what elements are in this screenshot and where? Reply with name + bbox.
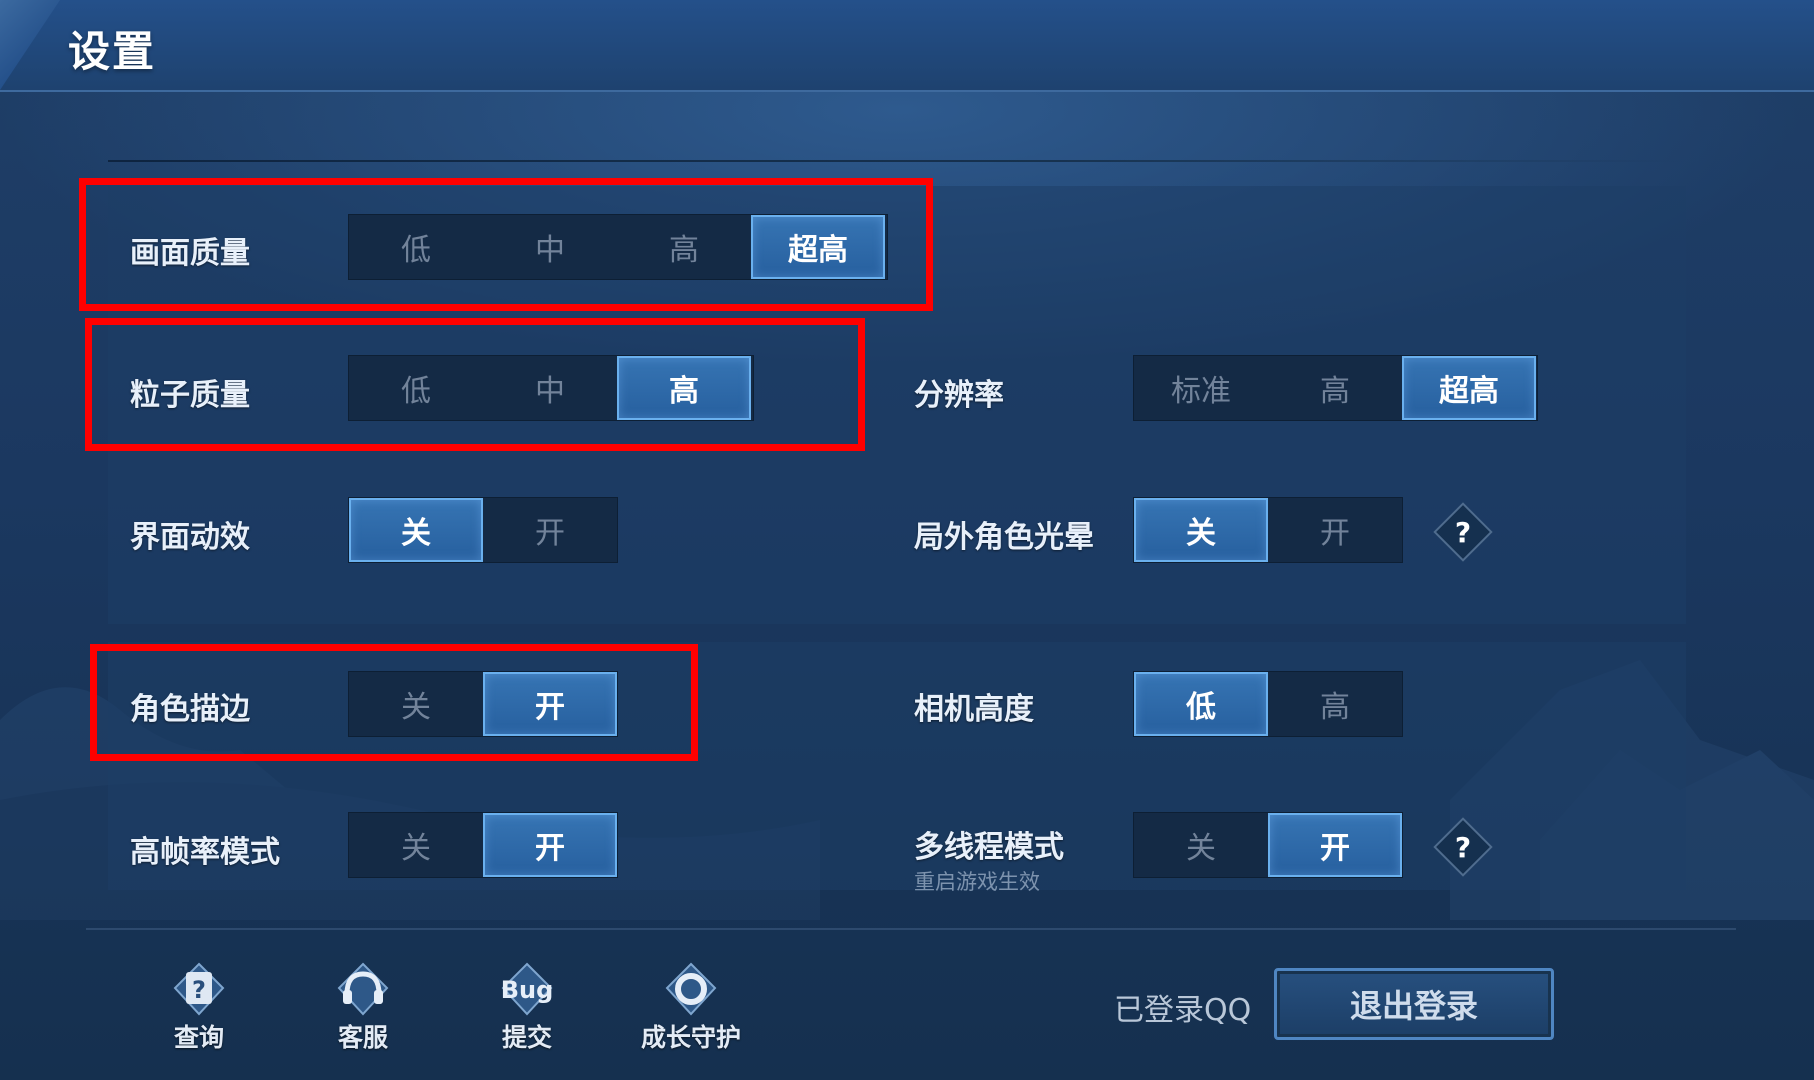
highlight-box-graphics-quality <box>79 178 933 311</box>
top-divider <box>108 160 1688 162</box>
lobby-character-glow-option-off[interactable]: 关 <box>1134 498 1268 562</box>
highlight-box-particle-quality <box>85 318 865 451</box>
camera-height-option-high[interactable]: 高 <box>1268 672 1402 736</box>
svg-text:?: ? <box>192 976 206 1004</box>
multithread-label: 多线程模式 <box>914 830 1064 865</box>
lobby-character-glow-label: 局外角色光晕 <box>914 520 1094 555</box>
lobby-character-glow-option-on[interactable]: 开 <box>1268 498 1402 562</box>
headset-icon <box>323 962 403 1018</box>
multithread-option-on[interactable]: 开 <box>1268 813 1402 877</box>
lobby-character-glow-toggle: 关 开 <box>1133 497 1403 563</box>
toolbar-bug-submit-label: 提交 <box>501 1023 552 1052</box>
toolbar-query[interactable]: ? 查询 <box>134 962 264 1054</box>
ui-animation-option-off[interactable]: 关 <box>349 498 483 562</box>
toolbar-query-label: 查询 <box>173 1023 224 1052</box>
ui-animation-toggle: 关 开 <box>348 497 618 563</box>
multithread-sublabel: 重启游戏生效 <box>914 870 1040 894</box>
high-fps-option-off[interactable]: 关 <box>349 813 483 877</box>
high-fps-label: 高帧率模式 <box>130 835 280 870</box>
bug-icon: Bug <box>487 962 567 1018</box>
ui-animation-label: 界面动效 <box>130 520 250 555</box>
bug-icon-text: Bug <box>501 976 554 1004</box>
resolution-label: 分辨率 <box>914 378 1004 413</box>
shield-ring-icon <box>651 962 731 1018</box>
camera-height-label: 相机高度 <box>914 692 1034 727</box>
toolbar-growth-guard-label: 成长守护 <box>640 1023 741 1052</box>
multithread-toggle: 关 开 <box>1133 812 1403 878</box>
question-mark-icon: ? <box>1454 515 1472 549</box>
high-fps-toggle: 关 开 <box>348 812 618 878</box>
multithread-option-off[interactable]: 关 <box>1134 813 1268 877</box>
highlight-box-character-outline <box>90 644 698 761</box>
logout-button[interactable]: 退出登录 <box>1274 968 1554 1040</box>
header-corner-decoration <box>0 0 60 90</box>
question-book-icon: ? <box>159 962 239 1018</box>
login-status: 已登录QQ <box>1114 993 1252 1028</box>
high-fps-option-on[interactable]: 开 <box>483 813 617 877</box>
ui-animation-option-on[interactable]: 开 <box>483 498 617 562</box>
resolution-selector: 标准 高 超高 <box>1133 355 1538 421</box>
toolbar-bug-submit[interactable]: Bug 提交 <box>462 962 592 1054</box>
bottom-divider <box>86 928 1736 930</box>
header-bar: 设置 <box>0 0 1814 92</box>
resolution-option-standard[interactable]: 标准 <box>1134 356 1268 420</box>
question-mark-icon: ? <box>1454 830 1472 864</box>
toolbar-customer-service[interactable]: 客服 <box>298 962 428 1054</box>
camera-height-toggle: 低 高 <box>1133 671 1403 737</box>
page-title: 设置 <box>68 27 157 76</box>
toolbar-growth-guard[interactable]: 成长守护 <box>626 962 756 1054</box>
resolution-option-high[interactable]: 高 <box>1268 356 1402 420</box>
camera-height-option-low[interactable]: 低 <box>1134 672 1268 736</box>
toolbar-customer-service-label: 客服 <box>337 1023 388 1052</box>
resolution-option-ultra[interactable]: 超高 <box>1402 356 1536 420</box>
